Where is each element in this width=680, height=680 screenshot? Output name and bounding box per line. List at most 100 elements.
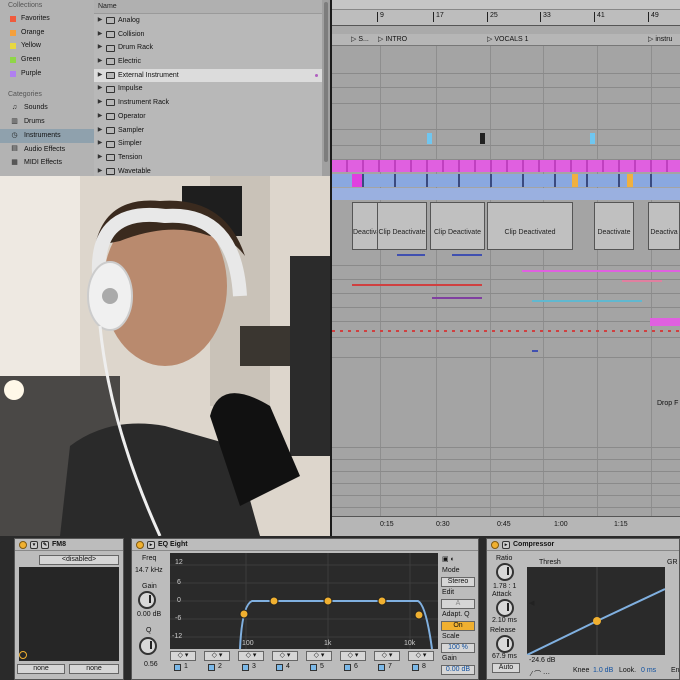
expand-arrow-icon[interactable]: ▶ [97,151,103,165]
mode-icons[interactable]: ⁄ ⌒ ⋯ [531,669,550,679]
ratio-knob[interactable] [496,563,514,581]
browser-item[interactable]: ▶ Instrument Rack [94,96,322,110]
expand-arrow-icon[interactable]: ▶ [97,41,103,55]
overview-strip[interactable] [332,0,680,10]
band-filter-type-select[interactable]: ◇ ▾ [374,651,400,661]
band-enable-checkbox[interactable] [208,664,215,671]
left-field[interactable]: none [17,664,65,674]
clip[interactable] [427,133,432,144]
attack-value[interactable]: 2.10 ms [492,617,517,624]
device-power-button[interactable] [136,540,144,549]
track-lane[interactable] [332,130,680,146]
compressor-graph[interactable] [526,567,666,656]
clip[interactable] [352,174,362,187]
browser-item[interactable]: ▶ Simpler [94,137,322,151]
browser-item[interactable]: ▶ Sampler [94,124,322,138]
mode-select[interactable]: Stereo [441,577,475,587]
band-filter-type-select[interactable]: ◇ ▾ [408,651,434,661]
expand-arrow-icon[interactable]: ▶ [97,137,103,151]
browser-item[interactable]: ▶ Tension [94,151,322,165]
preset-select[interactable]: <disabled> [39,555,119,565]
expand-arrow-icon[interactable]: ▶ [97,69,103,83]
output-gain-value[interactable]: 0.00 dB [441,665,475,675]
adaptq-toggle[interactable]: On [441,621,475,631]
edit-toggle[interactable]: A [441,599,475,609]
look-value[interactable]: 0 ms [641,667,656,674]
release-knob[interactable] [496,635,514,653]
collection-item[interactable]: Orange [0,26,94,40]
freq-value[interactable]: 14.7 kHz [135,567,163,574]
fold-icon[interactable]: ▸ [147,540,155,549]
loop-bar[interactable] [332,26,680,34]
deactivated-clip[interactable]: Deactivate [594,202,634,250]
collection-item[interactable]: Yellow [0,39,94,53]
gain-knob[interactable] [138,591,156,609]
browser-item[interactable]: ▶ Impulse [94,82,322,96]
expand-arrow-icon[interactable]: ▶ [97,110,103,124]
locator-vocals-1[interactable]: ▷ VOCALS 1 [487,35,529,43]
track-lane[interactable] [332,146,680,160]
track-lane[interactable] [332,74,680,88]
release-value[interactable]: 67.9 ms [492,653,517,660]
beat-time-ruler[interactable]: 9 17 25 33 41 49 [332,10,680,26]
deactivated-clip[interactable]: Clip Deactivated [487,202,573,250]
band-filter-type-select[interactable]: ◇ ▾ [238,651,264,661]
track-lane[interactable] [332,60,680,74]
browser-item[interactable]: ▶ Analog [94,14,322,28]
band-enable-checkbox[interactable] [412,664,419,671]
band-enable-checkbox[interactable] [242,664,249,671]
q-value[interactable]: 0.56 [144,661,158,668]
scrollbar-thumb[interactable] [324,2,328,162]
auto-release-button[interactable]: Auto [492,663,520,673]
locator-s[interactable]: ▷ S... [351,35,369,43]
eq-header-icons[interactable]: ▣ ◐ [442,555,455,563]
device-power-button[interactable] [19,540,27,549]
scale-value[interactable]: 100 % [441,643,475,653]
locator-intro[interactable]: ▷ INTRO [378,35,407,43]
band-filter-type-select[interactable]: ◇ ▾ [204,651,230,661]
expand-arrow-icon[interactable]: ▶ [97,82,103,96]
band-filter-type-select[interactable]: ◇ ▾ [340,651,366,661]
expand-arrow-icon[interactable]: ▶ [97,55,103,69]
name-column-header[interactable]: Name [94,0,322,14]
thresh-value[interactable]: -24.6 dB [529,657,555,664]
attack-knob[interactable] [496,599,514,617]
q-knob[interactable] [139,637,157,655]
clip[interactable] [572,174,578,187]
band-enable-checkbox[interactable] [344,664,351,671]
collection-item[interactable]: Green [0,53,94,67]
band-enable-checkbox[interactable] [276,664,283,671]
browser-item[interactable]: ▶ External Instrument [94,68,322,83]
eq-display[interactable] [170,553,438,650]
record-circle-icon[interactable] [19,651,27,659]
time-ruler[interactable]: 0:15 0:30 0:45 1:00 1:15 [332,516,680,536]
band-enable-checkbox[interactable] [174,664,181,671]
clip[interactable] [627,174,633,187]
category-audio-effects[interactable]: ▤ Audio Effects [0,143,94,157]
expand-arrow-icon[interactable]: ▶ [97,14,103,28]
browser-item[interactable]: ▶ Electric [94,55,322,69]
band-enable-checkbox[interactable] [378,664,385,671]
band-filter-type-select[interactable]: ◇ ▾ [306,651,332,661]
thresh-marker-icon[interactable]: ◀ [529,599,534,607]
audio-clip-row[interactable] [332,188,680,200]
expand-arrow-icon[interactable]: ▶ [97,124,103,138]
category-drums[interactable]: ▥ Drums [0,115,94,129]
clip[interactable] [590,133,595,144]
category-sounds[interactable]: ♫ Sounds [0,101,94,115]
knee-value[interactable]: 1.0 dB [593,667,613,674]
track-lane[interactable] [332,104,680,130]
clip[interactable] [480,133,485,144]
midi-clip-row[interactable] [332,160,680,172]
collection-item[interactable]: Favorites [0,12,94,26]
fold-icon[interactable]: ▸ [502,540,510,549]
band-filter-type-select[interactable]: ◇ ▾ [272,651,298,661]
device-power-button[interactable] [491,540,499,549]
browser-scrollbar[interactable] [322,0,330,176]
ratio-value[interactable]: 1.78 : 1 [493,583,516,590]
collection-item[interactable]: Purple [0,67,94,81]
band-filter-type-select[interactable]: ◇ ▾ [170,651,196,661]
browser-item[interactable]: ▶ Operator [94,110,322,124]
right-field[interactable]: none [69,664,119,674]
expand-arrow-icon[interactable]: ▶ [97,96,103,110]
